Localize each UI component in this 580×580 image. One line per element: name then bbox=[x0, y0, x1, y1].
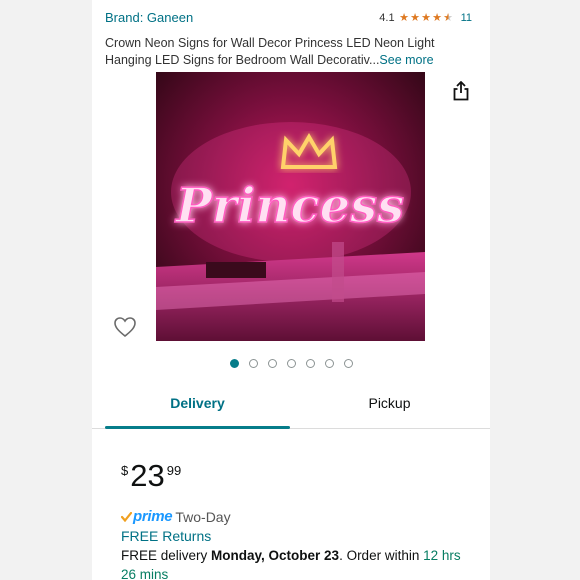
carousel-dot[interactable] bbox=[305, 359, 315, 368]
free-returns-link[interactable]: FREE Returns bbox=[121, 528, 211, 544]
star-rating: ★ ★ ★ ★ ★ bbox=[399, 11, 454, 24]
price-fraction: 99 bbox=[166, 463, 182, 478]
tab-pickup[interactable]: Pickup bbox=[297, 395, 482, 411]
delivery-prefix: FREE delivery bbox=[121, 548, 212, 563]
carousel-dot[interactable] bbox=[248, 359, 258, 368]
carousel-dot-active[interactable] bbox=[229, 359, 239, 368]
rating-summary[interactable]: 4.1 ★ ★ ★ ★ ★ 11 bbox=[379, 12, 472, 24]
prime-two-day: Two-Day bbox=[175, 508, 231, 525]
carousel-dots bbox=[92, 359, 490, 371]
price-whole: 23 bbox=[130, 458, 165, 493]
product-card: Brand: Ganeen 4.1 ★ ★ ★ ★ ★ 11 Crown Neo… bbox=[92, 0, 490, 580]
product-image[interactable]: Princess bbox=[156, 72, 425, 341]
prime-logo: prime bbox=[133, 508, 173, 525]
share-icon bbox=[453, 81, 469, 101]
carousel-dot[interactable] bbox=[343, 359, 353, 368]
delivery-middle: . Order within bbox=[339, 548, 424, 563]
price-currency: $ bbox=[121, 463, 129, 478]
brand-rating-row: Brand: Ganeen 4.1 ★ ★ ★ ★ ★ 11 bbox=[105, 10, 472, 28]
wishlist-button[interactable] bbox=[113, 316, 137, 338]
tab-active-indicator bbox=[105, 426, 290, 429]
tab-delivery[interactable]: Delivery bbox=[105, 395, 290, 411]
delivery-date: Monday, October 23 bbox=[211, 548, 340, 563]
see-more-link[interactable]: See more bbox=[379, 53, 433, 67]
star-icon: ★ bbox=[410, 11, 421, 24]
star-half-icon: ★ bbox=[443, 11, 454, 24]
rating-value: 4.1 bbox=[379, 12, 395, 24]
neon-sign-photo: Princess bbox=[156, 72, 425, 341]
carousel-dot[interactable] bbox=[286, 359, 296, 368]
fulfillment-tabs: Delivery Pickup bbox=[92, 382, 490, 429]
star-icon: ★ bbox=[399, 11, 410, 24]
share-button[interactable] bbox=[451, 80, 471, 102]
star-icon: ★ bbox=[432, 11, 443, 24]
prime-badge: prime Two-Day bbox=[121, 508, 231, 525]
product-title: Crown Neon Signs for Wall Decor Princess… bbox=[105, 35, 476, 69]
carousel-dot[interactable] bbox=[267, 359, 277, 368]
star-icon: ★ bbox=[421, 11, 432, 24]
prime-check-icon bbox=[121, 511, 132, 522]
heart-icon bbox=[114, 317, 136, 338]
carousel-dot[interactable] bbox=[324, 359, 334, 368]
price: $ 23 99 bbox=[121, 460, 181, 492]
delivery-message: FREE delivery Monday, October 23. Order … bbox=[121, 546, 471, 580]
neon-sign-text: Princess bbox=[174, 178, 404, 234]
brand-link[interactable]: Brand: Ganeen bbox=[105, 10, 193, 25]
rating-count-link[interactable]: 11 bbox=[461, 12, 472, 24]
